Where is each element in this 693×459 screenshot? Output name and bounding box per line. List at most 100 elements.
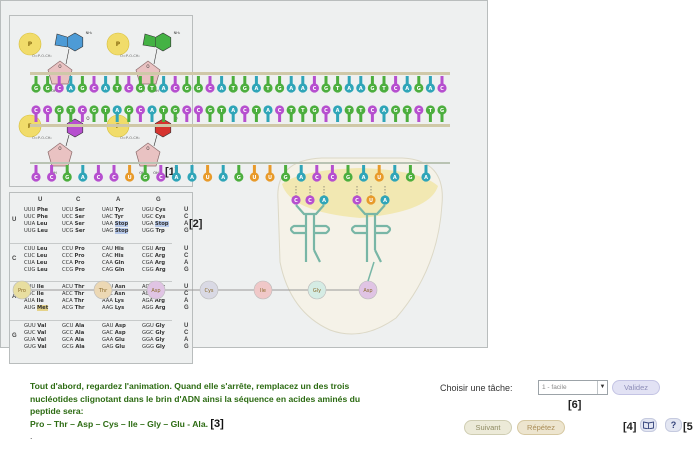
base-letter: G: [138, 86, 142, 92]
dna-top-nucleotide: T: [263, 76, 273, 93]
base-letter: A: [289, 86, 293, 92]
base-letter: T: [69, 108, 73, 114]
open-book-glyph: [643, 421, 654, 430]
base-letter: C: [417, 108, 421, 114]
base-letter: C: [34, 175, 38, 181]
dna-bottom-nucleotide: C: [240, 105, 250, 122]
base-letter: T: [220, 108, 224, 114]
dna-top-nucleotide: G: [182, 76, 192, 93]
dna-bottom-nucleotide: C: [182, 105, 192, 122]
base-letter: T: [359, 108, 363, 114]
amino-acid-label: Pro: [18, 288, 26, 294]
marker-5: [5: [683, 421, 693, 433]
base-letter: A: [254, 86, 258, 92]
amino-acid-asp: Asp: [146, 280, 166, 300]
mrna-nucleotide: A: [218, 165, 228, 182]
dna-top-nucleotide: C: [309, 76, 319, 93]
base-letter: A: [336, 108, 340, 114]
base-letter: G: [312, 108, 316, 114]
marker-4: [4]: [623, 421, 637, 433]
anticodon-letter: U: [369, 198, 373, 204]
base-letter: A: [382, 108, 386, 114]
mrna-nucleotide: A: [187, 165, 197, 182]
task-chooser-label: Choisir une tâche:: [440, 383, 513, 393]
dna-bottom-nucleotide: A: [333, 105, 343, 122]
base-letter: C: [324, 108, 328, 114]
base-letter: G: [92, 108, 96, 114]
dna-bottom-nucleotide: T: [356, 105, 366, 122]
translation-animation-panel[interactable]: G G C A G C A T C G T A C G G C A T G A T G A A C G T A A G T C A G A C C C G T…: [0, 0, 488, 348]
base-letter: G: [34, 86, 38, 92]
dna-bottom-nucleotide: T: [286, 105, 296, 122]
mrna-nucleotide: C: [109, 165, 119, 182]
base-letter: T: [347, 108, 351, 114]
dna-bottom-nucleotide: C: [31, 105, 41, 122]
mrna-nucleotide: A: [171, 165, 181, 182]
task-selected-value: 1 - facile: [542, 384, 567, 391]
mrna-nucleotide: U: [249, 165, 259, 182]
base-letter: G: [324, 86, 328, 92]
base-letter: G: [417, 86, 421, 92]
anticodon-letter: C: [308, 198, 312, 204]
base-letter: A: [347, 86, 351, 92]
instruction-line-2: nucléotides clignotant dans le brin d'AD…: [30, 393, 361, 404]
target-peptide-sequence: Pro – Thr – Asp – Cys – Ile – Gly – Glu …: [30, 418, 420, 431]
amino-acid-gly: Gly: [307, 280, 327, 300]
dna-bottom-nucleotide: C: [77, 105, 87, 122]
dna-top-nucleotide: A: [425, 76, 435, 93]
base-letter: C: [97, 175, 101, 181]
dna-top-nucleotide: T: [147, 76, 157, 93]
base-letter: T: [162, 108, 166, 114]
instruction-line-3: peptide sera:: [30, 406, 84, 416]
dna-bottom-nucleotide: G: [170, 105, 180, 122]
base-letter: G: [46, 86, 50, 92]
base-letter: T: [266, 86, 270, 92]
repeat-button[interactable]: Répétez: [517, 420, 565, 435]
dna-top-nucleotide: T: [112, 76, 122, 93]
dna-top-nucleotide: A: [356, 76, 366, 93]
base-letter: G: [208, 108, 212, 114]
mrna-nucleotide: U: [125, 165, 135, 182]
base-letter: A: [115, 108, 119, 114]
dna-bottom-nucleotide: T: [251, 105, 261, 122]
dna-top-nucleotide: A: [159, 76, 169, 93]
dna-top-nucleotide: T: [379, 76, 389, 93]
instruction-trailer: .: [30, 431, 33, 441]
mrna-nucleotide: C: [47, 165, 57, 182]
base-letter: A: [393, 175, 397, 181]
dna-top-nucleotide: A: [251, 76, 261, 93]
dna-bottom-nucleotide: T: [298, 105, 308, 122]
dropdown-arrow-icon[interactable]: ▼: [597, 381, 607, 394]
amino-acid-label: Cys: [204, 288, 213, 294]
base-letter: U: [206, 175, 210, 181]
amino-acid-pro: Pro: [12, 280, 32, 300]
book-icon[interactable]: [640, 418, 657, 432]
base-letter: A: [162, 86, 166, 92]
amino-acid-asp: Asp: [358, 280, 378, 300]
base-letter: G: [394, 108, 398, 114]
task-difficulty-select[interactable]: 1 - facile ▼: [538, 380, 608, 395]
base-letter: C: [371, 108, 375, 114]
dna-bottom-nucleotide: C: [321, 105, 331, 122]
dna-bottom-nucleotide: T: [344, 105, 354, 122]
base-letter: T: [150, 86, 154, 92]
base-letter: C: [243, 108, 247, 114]
translation-animation-canvas: G G C A G C A T C G T A C G G C A T G A T G A A C G T A A G T C A G A C C C G T…: [12, 72, 450, 335]
base-letter: G: [65, 175, 69, 181]
base-letter: G: [440, 108, 444, 114]
base-letter: A: [220, 86, 224, 92]
mrna-nucleotide: G: [62, 165, 72, 182]
base-letter: C: [127, 86, 131, 92]
base-letter: T: [336, 86, 340, 92]
next-button[interactable]: Suivant: [464, 420, 512, 435]
dna-top-nucleotide: C: [170, 76, 180, 93]
base-letter: G: [143, 175, 147, 181]
amino-acid-thr: Thr: [93, 280, 113, 300]
base-letter: C: [440, 86, 444, 92]
help-button[interactable]: ?: [665, 418, 682, 432]
base-letter: A: [428, 86, 432, 92]
base-letter: A: [362, 175, 366, 181]
base-letter: A: [359, 86, 363, 92]
validate-button[interactable]: Validez: [612, 380, 660, 395]
base-letter: C: [173, 86, 177, 92]
